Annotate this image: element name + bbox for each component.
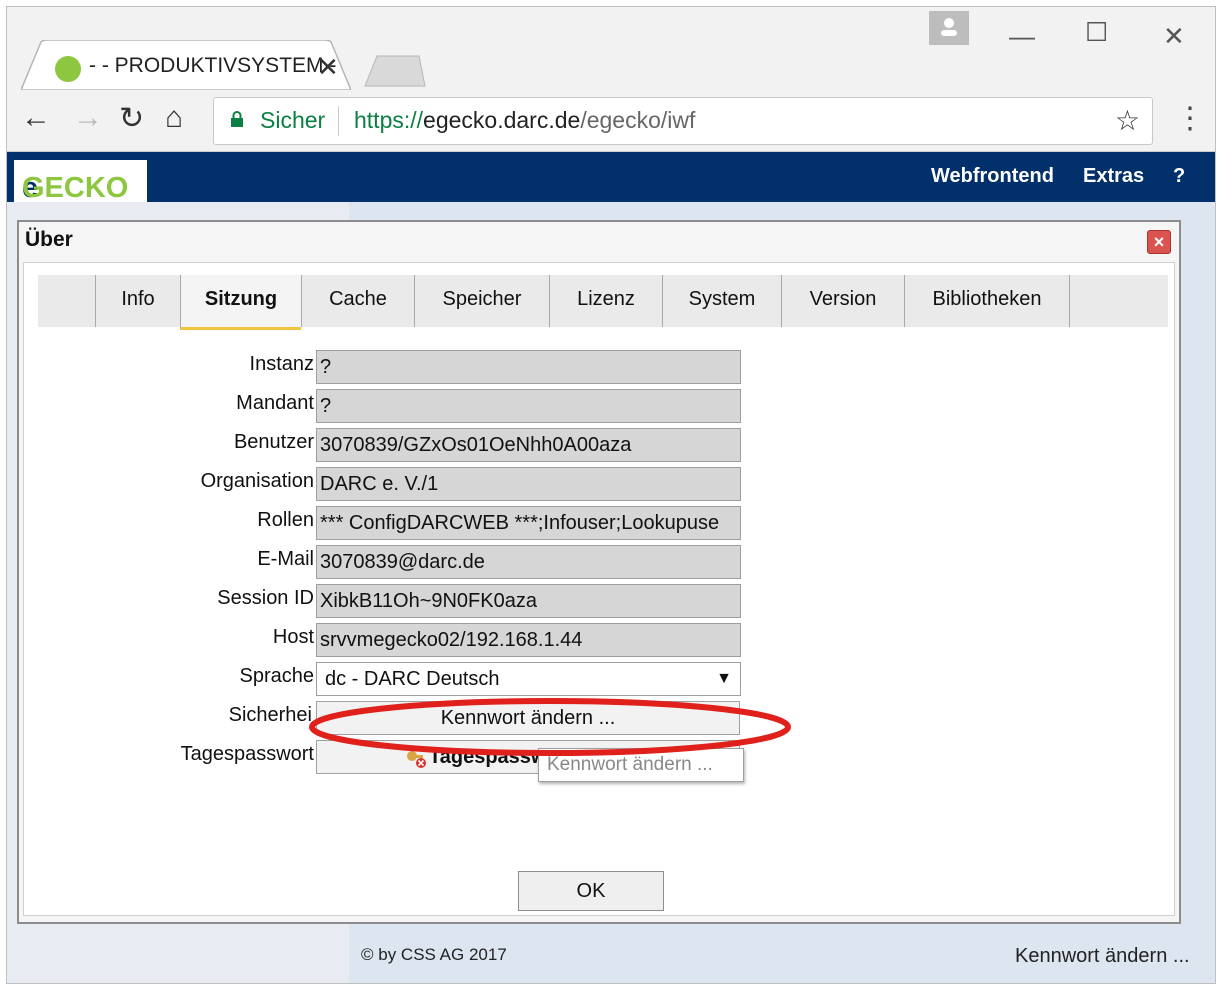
app-header: e GECKO Webfrontend Extras ? <box>7 152 1215 204</box>
dialog-body: Info Sitzung Cache Speicher Lizenz Syste… <box>23 262 1175 916</box>
label-organisation: Organisation <box>200 470 314 492</box>
title-bar: - - PRODUKTIVSYSTEM - ✕ — ☐ ✕ <box>7 7 1215 93</box>
browser-window: - - PRODUKTIVSYSTEM - ✕ — ☐ ✕ ← → ↻ ⌂ Si… <box>6 6 1216 984</box>
label-mandant: Mandant <box>236 392 314 414</box>
label-session-id: Session ID <box>217 587 314 609</box>
ok-button[interactable]: OK <box>518 871 664 911</box>
about-dialog: Über × Info Sitzung Cache Speicher Lizen… <box>17 220 1181 924</box>
dropdown-arrow-icon: ▼ <box>716 670 732 687</box>
dialog-close-icon[interactable]: × <box>1147 230 1171 254</box>
field-organisation: DARC e. V./1 <box>316 467 741 501</box>
address-bar[interactable]: Sicher https://egecko.darc.de/egecko/iwf… <box>213 97 1153 145</box>
status-kennwort-text: Kennwort ändern ... <box>1015 945 1190 967</box>
field-mandant: ? <box>316 389 741 423</box>
favicon-icon <box>55 56 81 82</box>
minimize-icon[interactable]: — <box>1009 21 1035 52</box>
profile-icon[interactable] <box>929 11 969 45</box>
field-session-id: XibkB11Oh~9N0FK0aza <box>316 584 741 618</box>
tab-spacer-right <box>1069 275 1169 327</box>
home-icon[interactable]: ⌂ <box>165 101 183 135</box>
url-text: https://egecko.darc.de/egecko/iwf <box>354 107 696 133</box>
forward-icon[interactable]: → <box>73 101 103 135</box>
tab-system[interactable]: System <box>662 275 781 327</box>
lock-icon <box>231 111 243 127</box>
field-benutzer: 3070839/GZxOs01OeNhh0A00aza <box>316 428 741 462</box>
sprache-select[interactable]: dc - DARC Deutsch ▼ <box>316 662 741 696</box>
browser-tab[interactable]: - - PRODUKTIVSYSTEM - ✕ <box>21 40 351 90</box>
app-area: e GECKO Webfrontend Extras ? © by CSS AG … <box>7 152 1215 983</box>
tab-close-icon[interactable]: ✕ <box>317 52 339 83</box>
menu-webfrontend[interactable]: Webfrontend <box>931 165 1054 188</box>
dialog-title: Über <box>25 228 73 251</box>
reload-icon[interactable]: ↻ <box>119 101 144 136</box>
bookmark-star-icon[interactable]: ☆ <box>1115 104 1140 137</box>
label-benutzer: Benutzer <box>233 431 314 453</box>
copyright-footer: © by CSS AG 2017 <box>361 945 507 964</box>
tab-bibliotheken[interactable]: Bibliotheken <box>904 275 1069 327</box>
field-email: 3070839@darc.de <box>316 545 741 579</box>
field-host: srvvmegecko02/192.168.1.44 <box>316 623 741 657</box>
secure-label: Sicher <box>260 107 326 133</box>
egecko-logo[interactable]: e GECKO <box>14 160 147 204</box>
tab-sitzung[interactable]: Sitzung <box>180 275 301 330</box>
maximize-icon[interactable]: ☐ <box>1085 17 1108 48</box>
separator <box>338 106 339 136</box>
highlight-ellipse <box>309 698 791 756</box>
label-email: E-Mail <box>257 548 314 570</box>
label-sicherheit: Sicherhei <box>228 704 312 726</box>
label-tagespasswort: Tagespasswort <box>180 743 314 765</box>
sprache-value: dc - DARC Deutsch <box>325 668 500 690</box>
tab-lizenz[interactable]: Lizenz <box>549 275 662 327</box>
tab-spacer <box>38 275 94 327</box>
label-host: Host <box>272 626 314 648</box>
tab-info[interactable]: Info <box>95 275 180 327</box>
field-rollen: *** ConfigDARCWEB ***;Infouser;Lookupuse <box>316 506 741 540</box>
label-sprache: Sprache <box>239 665 315 687</box>
menu-help[interactable]: ? <box>1173 165 1185 188</box>
menu-extras[interactable]: Extras <box>1083 165 1144 188</box>
window-close-icon[interactable]: ✕ <box>1163 21 1185 52</box>
label-instanz: Instanz <box>249 353 314 375</box>
tab-speicher[interactable]: Speicher <box>414 275 549 327</box>
navigation-bar: ← → ↻ ⌂ Sicher https://egecko.darc.de/eg… <box>7 93 1215 152</box>
tab-bar: Info Sitzung Cache Speicher Lizenz Syste… <box>38 275 1169 330</box>
new-tab-button[interactable] <box>363 52 427 88</box>
field-instanz: ? <box>316 350 741 384</box>
tab-version[interactable]: Version <box>781 275 904 327</box>
tab-title: - - PRODUKTIVSYSTEM - <box>89 54 337 77</box>
browser-menu-icon[interactable]: ⋮ <box>1175 101 1205 136</box>
back-icon[interactable]: ← <box>21 101 51 135</box>
label-rollen: Rollen <box>257 509 314 531</box>
tab-cache[interactable]: Cache <box>301 275 414 327</box>
